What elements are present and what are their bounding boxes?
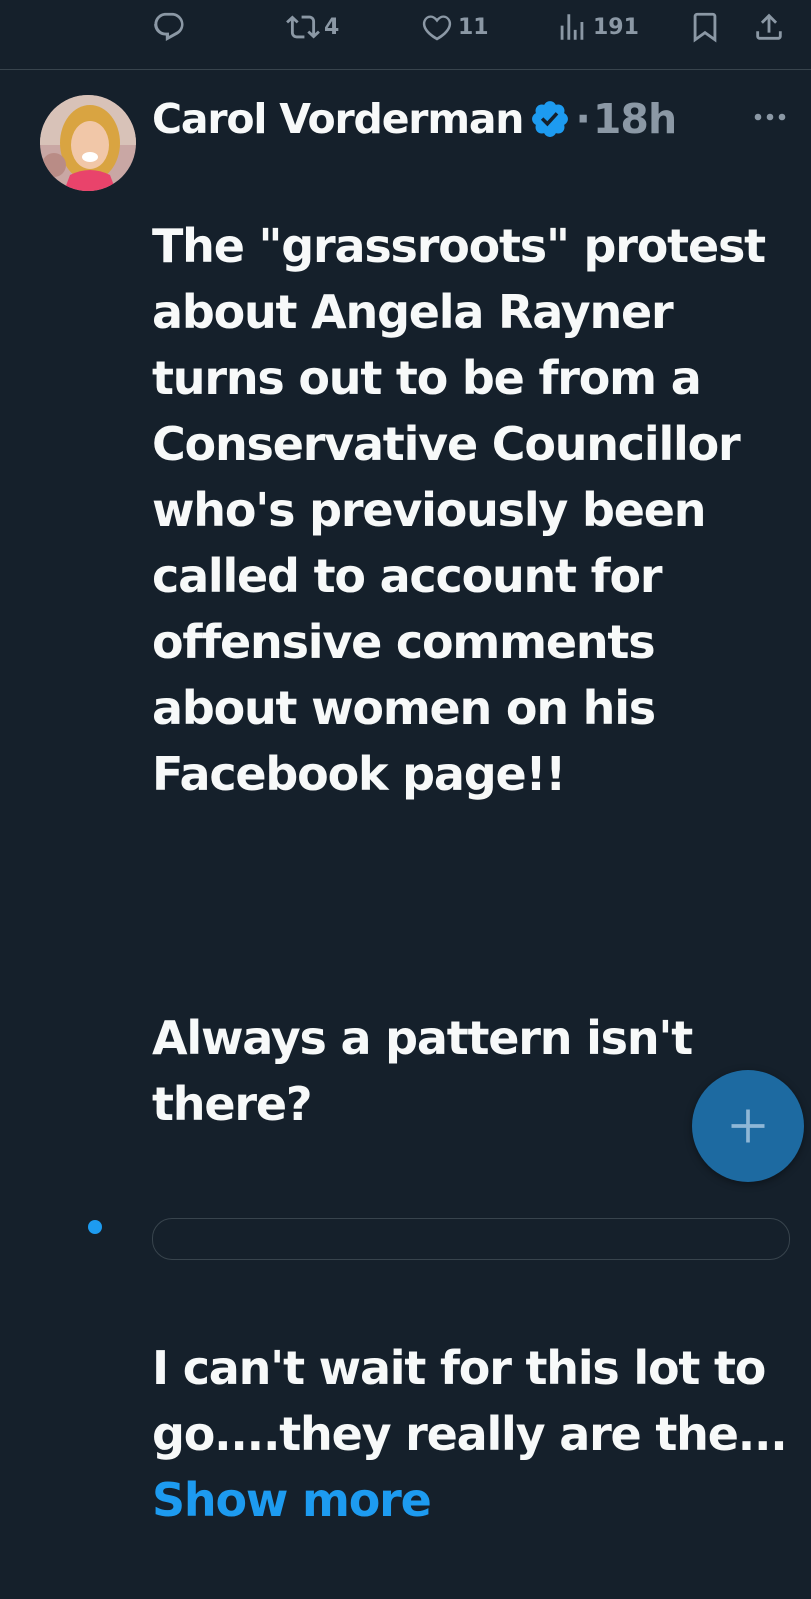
retweet-button[interactable]: 4 xyxy=(286,10,339,44)
notification-dot xyxy=(88,1220,102,1234)
views-button[interactable]: 191 xyxy=(555,10,639,44)
reply-button[interactable] xyxy=(152,10,190,44)
tweet-header: Carol Vorderman · 18h xyxy=(152,93,677,145)
retweet-count: 4 xyxy=(324,14,340,40)
like-icon xyxy=(422,15,452,41)
header-separator: · xyxy=(575,95,591,143)
views-count: 191 xyxy=(593,14,639,40)
views-icon xyxy=(560,14,584,40)
retweet-icon xyxy=(286,15,320,39)
tweet-paragraph-truncated: I can't wait for this lot to go....they … xyxy=(152,1335,792,1533)
more-options-icon[interactable] xyxy=(752,111,788,123)
show-more-link[interactable]: Show more xyxy=(152,1473,432,1527)
share-icon xyxy=(756,13,782,40)
previous-tweet-action-bar: 4 11 191 xyxy=(0,0,811,70)
share-button[interactable] xyxy=(752,10,786,44)
like-button[interactable]: 11 xyxy=(420,10,489,44)
author-name[interactable]: Carol Vorderman xyxy=(152,95,525,143)
compose-button[interactable] xyxy=(692,1070,804,1182)
bookmark-button[interactable] xyxy=(688,10,722,44)
tweet-timestamp[interactable]: 18h xyxy=(593,95,677,143)
reply-input-box[interactable] xyxy=(152,1218,790,1260)
bookmark-icon xyxy=(693,12,717,43)
like-count: 11 xyxy=(458,14,489,40)
tweet-text: The "grassroots" protest about Angela Ra… xyxy=(152,147,792,1599)
truncated-text: I can't wait for this lot to go....they … xyxy=(152,1341,788,1461)
reply-icon xyxy=(154,12,184,41)
tweet-paragraph: The "grassroots" protest about Angela Ra… xyxy=(152,219,766,801)
verified-badge-icon xyxy=(532,101,569,137)
author-avatar[interactable] xyxy=(40,95,136,191)
compose-plus-icon xyxy=(731,1109,765,1143)
